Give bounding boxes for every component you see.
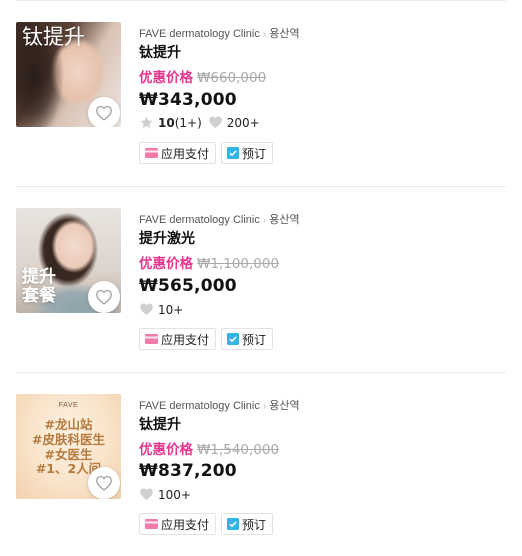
tag-label: 预订 — [242, 517, 267, 532]
rating-row: 100+ — [139, 487, 191, 502]
thumbnail-caption: 提升 套餐 — [22, 267, 56, 306]
sale-price: ₩837,200 — [139, 461, 237, 481]
card-icon — [145, 148, 158, 158]
thumbnail-brand: FAVE — [58, 402, 79, 409]
chevron-right-icon: › — [262, 29, 267, 40]
rating-row: 10+ — [139, 302, 183, 317]
tag-app-pay: 应用支付 — [139, 142, 217, 164]
heart-icon — [208, 115, 223, 130]
promo-label: 优惠价格 — [139, 70, 193, 86]
star-icon — [139, 115, 154, 130]
product-thumbnail[interactable]: FAVE #龙山站 #皮肤科医生 #女医生 #1、2人间 — [16, 394, 121, 499]
sale-price: ₩565,000 — [139, 276, 237, 296]
tag-app-pay: 应用支付 — [139, 328, 217, 350]
favorite-button[interactable] — [88, 97, 120, 127]
tag-label: 预订 — [242, 146, 267, 161]
original-price: ₩660,000 — [197, 70, 267, 86]
chevron-right-icon: › — [262, 215, 267, 226]
original-price: ₩1,540,000 — [197, 442, 280, 458]
rating-row: 10 (1+) 200+ — [139, 115, 260, 130]
tag-label: 应用支付 — [161, 332, 210, 347]
sale-price: ₩343,000 — [139, 90, 237, 110]
rating-value: 10 — [158, 115, 175, 130]
like-count: 200+ — [226, 115, 260, 130]
product-title[interactable]: 提升激光 — [139, 228, 195, 248]
list-item[interactable]: 提升 套餐 FAVE dermatology Clinic › 용산역 提升激光 优… — [0, 186, 522, 350]
station-name: 용산역 — [269, 400, 300, 412]
heart-icon — [139, 487, 154, 502]
product-title[interactable]: 钛提升 — [139, 414, 181, 434]
promo-row: 优惠价格 ₩1,540,000 — [139, 438, 279, 458]
product-thumbnail[interactable]: 提升 套餐 — [16, 208, 121, 313]
calendar-check-icon — [227, 333, 240, 345]
clinic-info: FAVE dermatology Clinic › 용산역 — [139, 397, 300, 413]
promo-label: 优惠价格 — [139, 442, 193, 458]
clinic-info: FAVE dermatology Clinic › 용산역 — [139, 25, 300, 41]
card-icon — [145, 334, 158, 344]
thumbnail-caption: 钛提升 — [22, 25, 85, 49]
chevron-right-icon: › — [262, 401, 267, 412]
tag-app-pay: 应用支付 — [139, 513, 217, 535]
clinic-name: FAVE dermatology Clinic — [139, 28, 260, 40]
rating-count: (1+) — [174, 115, 202, 130]
promo-row: 优惠价格 ₩1,100,000 — [139, 252, 279, 272]
heart-icon — [139, 302, 154, 317]
clinic-info: FAVE dermatology Clinic › 용산역 — [139, 211, 300, 227]
product-thumbnail[interactable]: 钛提升 — [16, 22, 121, 127]
list-item[interactable]: 钛提升 FAVE dermatology Clinic › 용산역 钛提升 优惠价格… — [0, 0, 522, 164]
tag-booking: 预订 — [221, 328, 274, 350]
calendar-check-icon — [227, 518, 240, 530]
heart-icon — [96, 476, 112, 491]
clinic-name: FAVE dermatology Clinic — [139, 400, 260, 412]
tag-booking: 预订 — [221, 142, 274, 164]
heart-icon — [96, 106, 112, 121]
heart-icon — [96, 290, 112, 305]
tag-list: 应用支付 预订 — [139, 142, 274, 164]
favorite-button[interactable] — [88, 467, 120, 499]
original-price: ₩1,100,000 — [197, 256, 280, 272]
tag-booking: 预订 — [221, 513, 274, 535]
station-name: 용산역 — [269, 28, 300, 40]
station-name: 용산역 — [269, 214, 300, 226]
list-item[interactable]: FAVE #龙山站 #皮肤科医生 #女医生 #1、2人间 FAVE dermat… — [0, 372, 522, 535]
tag-list: 应用支付 预订 — [139, 328, 274, 350]
like-count: 10+ — [158, 302, 184, 317]
promo-row: 优惠价格 ₩660,000 — [139, 66, 266, 86]
calendar-check-icon — [227, 147, 240, 159]
favorite-button[interactable] — [88, 281, 120, 313]
tag-label: 预订 — [242, 332, 267, 347]
product-title[interactable]: 钛提升 — [139, 42, 181, 62]
clinic-name: FAVE dermatology Clinic — [139, 214, 260, 226]
promo-label: 优惠价格 — [139, 256, 193, 272]
tag-label: 应用支付 — [161, 146, 210, 161]
card-icon — [145, 519, 158, 529]
like-count: 100+ — [158, 487, 191, 502]
tag-label: 应用支付 — [161, 517, 210, 532]
tag-list: 应用支付 预订 — [139, 513, 274, 535]
